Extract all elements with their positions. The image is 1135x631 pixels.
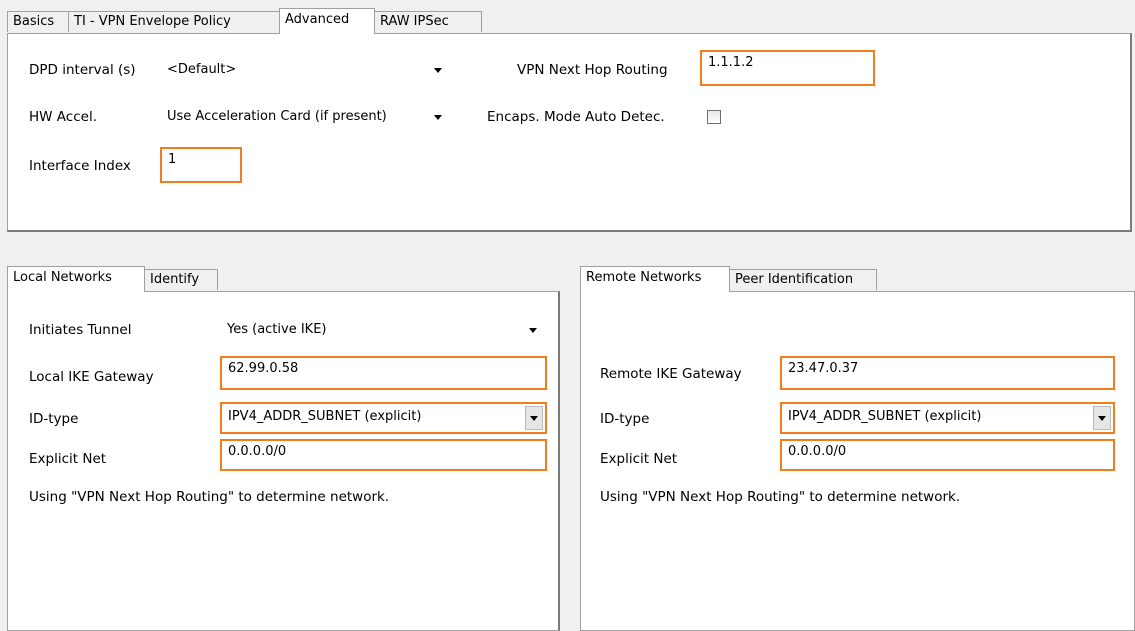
chevron-down-icon	[529, 328, 537, 333]
encaps-mode-auto-detect-checkbox[interactable]	[707, 110, 721, 124]
remote-explicit-net-input[interactable]: 0.0.0.0/0	[780, 439, 1115, 471]
tab-advanced[interactable]: Advanced	[279, 8, 375, 34]
local-explicit-net-input[interactable]: 0.0.0.0/0	[220, 439, 547, 471]
remote-ike-gateway-input[interactable]: 23.47.0.37	[780, 356, 1115, 390]
dpd-interval-value: <Default>	[167, 62, 237, 77]
local-routing-note: Using "VPN Next Hop Routing" to determin…	[29, 489, 390, 505]
encaps-mode-auto-detect-label: Encaps. Mode Auto Detec.	[487, 109, 665, 125]
dpd-interval-select[interactable]: <Default>	[160, 58, 452, 82]
local-id-type-label: ID-type	[29, 411, 79, 427]
remote-tab-strip: Remote Networks Peer Identification	[580, 266, 900, 292]
initiates-tunnel-label: Initiates Tunnel	[29, 322, 132, 338]
tab-ti-vpn-envelope-policy[interactable]: TI - VPN Envelope Policy	[68, 11, 280, 32]
local-ike-gateway-input[interactable]: 62.99.0.58	[220, 356, 547, 390]
initiates-tunnel-select[interactable]: Yes (active IKE)	[220, 318, 547, 342]
remote-routing-note: Using "VPN Next Hop Routing" to determin…	[600, 489, 961, 505]
initiates-tunnel-value: Yes (active IKE)	[227, 322, 327, 337]
chevron-down-icon	[434, 115, 442, 120]
top-tab-strip: Basics TI - VPN Envelope Policy Advanced…	[7, 8, 507, 34]
local-id-type-value: IPV4_ADDR_SUBNET (explicit)	[228, 409, 422, 424]
remote-id-type-label: ID-type	[600, 411, 650, 427]
local-explicit-net-label: Explicit Net	[29, 451, 107, 467]
remote-id-type-value: IPV4_ADDR_SUBNET (explicit)	[788, 409, 982, 424]
tab-raw-ipsec[interactable]: RAW IPSec	[374, 11, 482, 32]
chevron-down-icon	[1098, 416, 1106, 421]
dropdown-button[interactable]	[1093, 406, 1111, 430]
hw-accel-label: HW Accel.	[29, 109, 97, 125]
tab-basics[interactable]: Basics	[7, 11, 69, 32]
interface-index-label: Interface Index	[29, 158, 131, 174]
tab-peer-identification[interactable]: Peer Identification	[729, 269, 877, 290]
remote-ike-gateway-label: Remote IKE Gateway	[600, 366, 742, 382]
remote-explicit-net-label: Explicit Net	[600, 451, 678, 467]
tab-local-networks[interactable]: Local Networks	[7, 266, 145, 292]
local-tab-strip: Local Networks Identify	[7, 266, 237, 292]
tab-identify[interactable]: Identify	[144, 269, 218, 290]
local-ike-gateway-label: Local IKE Gateway	[29, 369, 154, 385]
dropdown-button[interactable]	[525, 406, 543, 430]
chevron-down-icon	[434, 68, 442, 73]
vpn-next-hop-routing-input[interactable]: 1.1.1.2	[700, 50, 875, 86]
vpn-next-hop-routing-label: VPN Next Hop Routing	[517, 62, 668, 78]
local-id-type-select[interactable]: IPV4_ADDR_SUBNET (explicit)	[220, 402, 547, 434]
remote-id-type-select[interactable]: IPV4_ADDR_SUBNET (explicit)	[780, 402, 1115, 434]
chevron-down-icon	[530, 416, 538, 421]
tab-remote-networks[interactable]: Remote Networks	[580, 266, 730, 292]
interface-index-input[interactable]: 1	[160, 147, 242, 183]
dpd-interval-label: DPD interval (s)	[29, 62, 136, 78]
hw-accel-value: Use Acceleration Card (if present)	[167, 109, 387, 124]
hw-accel-select[interactable]: Use Acceleration Card (if present)	[160, 105, 452, 129]
